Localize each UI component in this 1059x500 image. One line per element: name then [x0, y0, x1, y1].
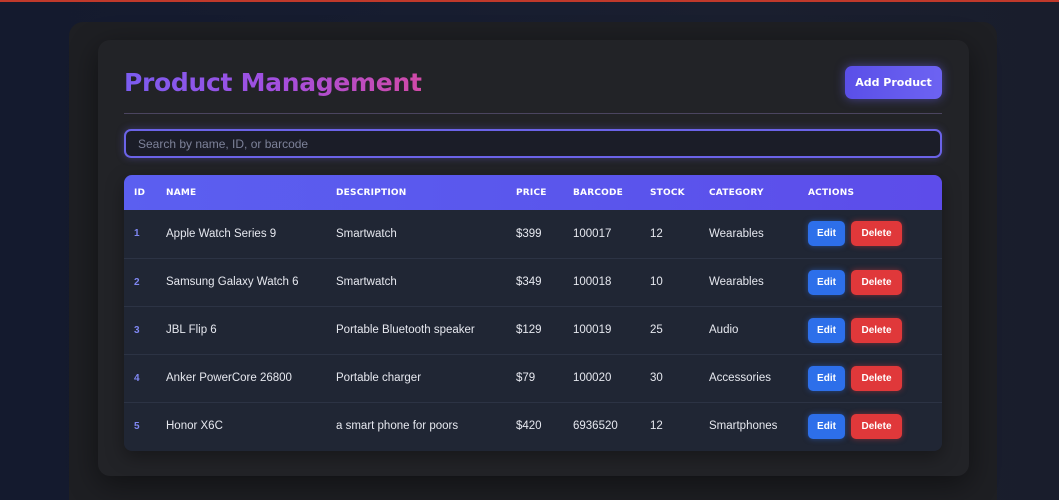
cell-description: a smart phone for poors — [326, 401, 506, 450]
table-row: 3 JBL Flip 6 Portable Bluetooth speaker … — [124, 305, 942, 354]
column-header-actions: ACTIONS — [808, 187, 855, 198]
column-header-name: NAME — [166, 187, 197, 198]
column-header-description: DESCRIPTION — [336, 187, 407, 198]
cell-description: Portable charger — [326, 353, 506, 402]
cell-barcode: 100019 — [563, 305, 640, 354]
delete-button[interactable]: Delete — [851, 365, 902, 391]
cell-name: Anker PowerCore 26800 — [156, 353, 326, 402]
cell-actions: Edit Delete — [798, 353, 942, 402]
cell-actions: Edit Delete — [798, 401, 942, 450]
column-header-price: PRICE — [516, 187, 547, 198]
cell-id: 2 — [124, 257, 156, 306]
cell-category: Audio — [699, 305, 798, 354]
edit-button[interactable]: Edit — [808, 365, 845, 391]
cell-id: 1 — [134, 228, 140, 240]
cell-name: Apple Watch Series 9 — [166, 227, 277, 240]
cell-actions: Edit Delete — [798, 210, 942, 258]
edit-button[interactable]: Edit — [808, 317, 845, 343]
cell-category: Accessories — [699, 353, 798, 402]
column-header-barcode: BARCODE — [573, 187, 624, 198]
cell-category: Wearables — [709, 227, 764, 240]
header-divider — [124, 113, 942, 114]
cell-price: $420 — [506, 401, 563, 450]
delete-button[interactable]: Delete — [851, 269, 902, 295]
delete-button[interactable]: Delete — [851, 221, 902, 247]
product-table: ID NAME DESCRIPTION PRICE BARCODE STOCK … — [124, 175, 942, 450]
cell-stock: 12 — [640, 401, 699, 450]
cell-name: Samsung Galaxy Watch 6 — [156, 257, 326, 306]
cell-name: Honor X6C — [156, 401, 326, 450]
search-input[interactable] — [124, 129, 942, 158]
edit-button[interactable]: Edit — [808, 221, 845, 247]
table-row: 1 Apple Watch Series 9 Smartwatch $399 1… — [124, 210, 942, 258]
cell-barcode: 6936520 — [563, 401, 640, 450]
cell-stock: 30 — [640, 353, 699, 402]
cell-actions: Edit Delete — [798, 257, 942, 306]
cell-barcode: 100017 — [573, 227, 612, 240]
cell-category: Wearables — [699, 257, 798, 306]
table-row: 4 Anker PowerCore 26800 Portable charger… — [124, 353, 942, 402]
cell-stock: 12 — [650, 227, 663, 240]
cell-price: $129 — [506, 305, 563, 354]
cell-actions: Edit Delete — [798, 305, 942, 354]
delete-button[interactable]: Delete — [851, 413, 902, 439]
column-header-category: CATEGORY — [709, 187, 764, 198]
page-title: Product Management — [124, 68, 422, 97]
cell-barcode: 100020 — [563, 353, 640, 402]
table-header-row: ID NAME DESCRIPTION PRICE BARCODE STOCK … — [124, 175, 942, 210]
table-row: 5 Honor X6C a smart phone for poors $420… — [124, 401, 942, 450]
cell-description: Smartwatch — [336, 227, 397, 240]
cell-id: 5 — [124, 401, 156, 450]
cell-description: Portable Bluetooth speaker — [326, 305, 506, 354]
edit-button[interactable]: Edit — [808, 413, 845, 439]
cell-price: $349 — [506, 257, 563, 306]
add-product-button[interactable]: Add Product — [845, 66, 942, 99]
cell-description: Smartwatch — [326, 257, 506, 306]
column-header-id: ID — [134, 187, 146, 198]
edit-button[interactable]: Edit — [808, 269, 845, 295]
cell-name: JBL Flip 6 — [156, 305, 326, 354]
cell-category: Smartphones — [699, 401, 798, 450]
column-header-stock: STOCK — [650, 187, 685, 198]
cell-barcode: 100018 — [563, 257, 640, 306]
product-table-container: ID NAME DESCRIPTION PRICE BARCODE STOCK … — [124, 175, 942, 451]
table-row: 2 Samsung Galaxy Watch 6 Smartwatch $349… — [124, 257, 942, 306]
delete-button[interactable]: Delete — [851, 317, 902, 343]
cell-id: 3 — [124, 305, 156, 354]
cell-stock: 25 — [640, 305, 699, 354]
cell-id: 4 — [124, 353, 156, 402]
cell-price: $399 — [516, 227, 542, 240]
cell-stock: 10 — [640, 257, 699, 306]
cell-price: $79 — [506, 353, 563, 402]
